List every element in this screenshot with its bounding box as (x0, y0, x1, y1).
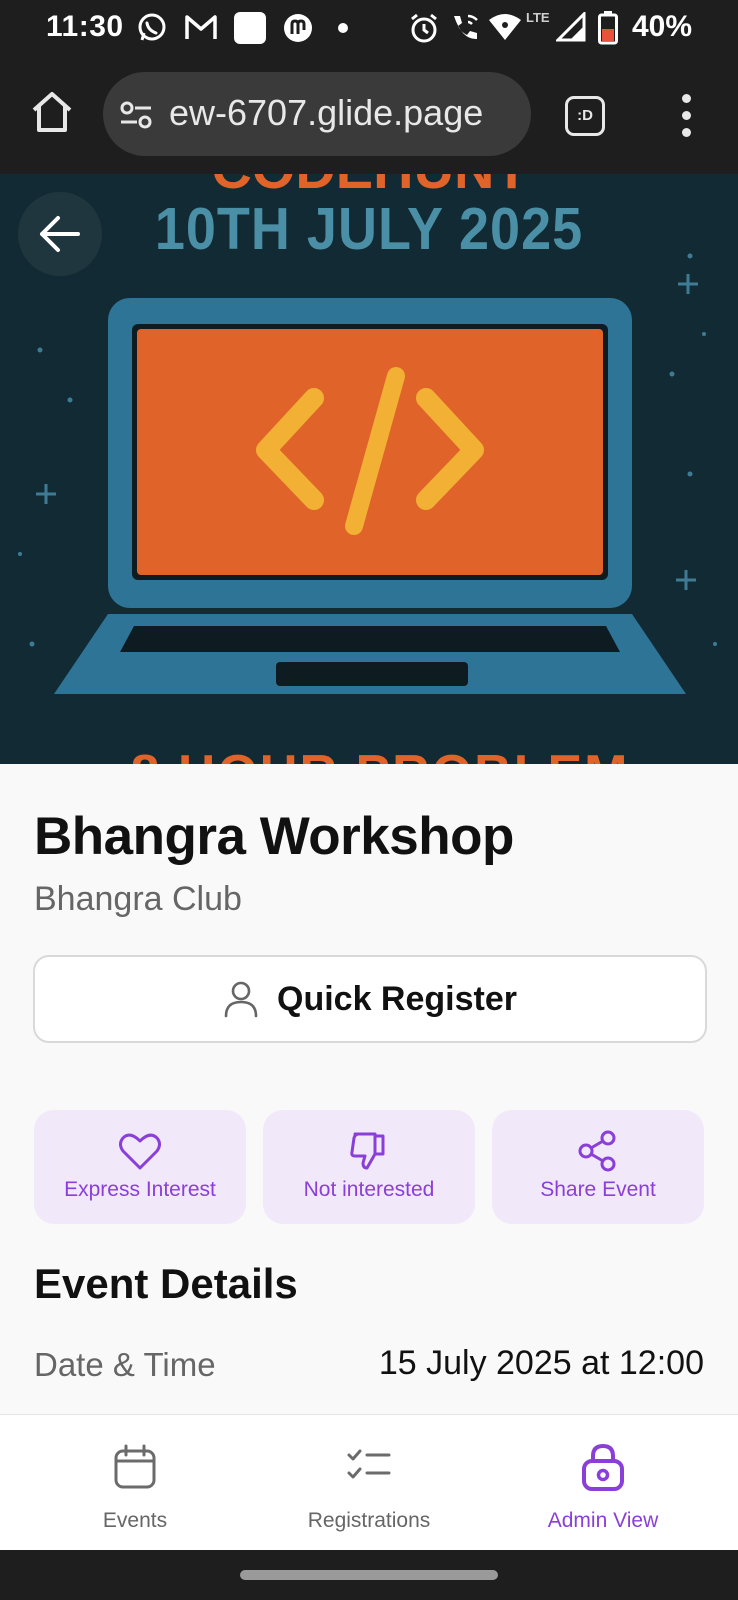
nav-item-admin-view[interactable]: Admin View (480, 1415, 726, 1551)
share-event-label: Share Event (540, 1178, 656, 1201)
browser-toolbar: ew-6707.glide.page :D (0, 60, 738, 174)
event-club: Bhangra Club (34, 880, 242, 918)
tab-switcher-button[interactable]: :D (565, 96, 605, 136)
nav-label-events: Events (102, 1509, 168, 1532)
thumbs-down-icon (350, 1132, 385, 1170)
quick-register-label: Quick Register (277, 979, 517, 1018)
app-logo-icon (284, 14, 312, 42)
dot-icon (338, 23, 348, 33)
nav-item-registrations[interactable]: Registrations (246, 1415, 492, 1551)
gmail-icon (185, 15, 217, 39)
express-interest-label: Express Interest (64, 1178, 216, 1201)
date-time-label: Date & Time (34, 1346, 216, 1383)
share-icon (578, 1130, 616, 1172)
battery-icon (598, 11, 618, 45)
address-bar[interactable]: ew-6707.glide.page (103, 72, 531, 156)
event-title: Bhangra Workshop (34, 807, 514, 866)
not-interested-button[interactable]: Not interested (263, 1110, 475, 1224)
nav-item-events[interactable]: Events (12, 1415, 258, 1551)
event-details-heading: Event Details (34, 1260, 298, 1307)
nav-label-admin-view: Admin View (547, 1509, 659, 1532)
status-bar: 11:30 LTE 40% (0, 0, 738, 60)
signal-icon (556, 12, 586, 42)
back-button[interactable] (18, 192, 102, 276)
wifi-call-icon (454, 14, 478, 40)
heart-icon (119, 1133, 161, 1170)
banner-subtitle-partial: 8 HOUR PROBLEM SOLVING (50, 744, 710, 764)
share-event-button[interactable]: Share Event (492, 1110, 704, 1224)
wifi-icon (489, 14, 521, 40)
site-settings-icon[interactable] (119, 100, 153, 130)
checklist-icon (347, 1449, 391, 1479)
network-type: LTE (526, 10, 550, 25)
event-banner-image: CODEHUNT 10TH JULY 2025 8 HOUR PROBLEM S… (0, 174, 738, 764)
app-square-icon (234, 12, 266, 44)
person-icon (224, 981, 258, 1018)
home-icon[interactable] (28, 88, 76, 136)
battery-percent: 40% (631, 10, 692, 43)
url-text[interactable]: ew-6707.glide.page (169, 92, 483, 134)
quick-register-button[interactable]: Quick Register (33, 955, 707, 1043)
bottom-navigation: Events Registrations Admin View (0, 1414, 738, 1550)
event-detail-sheet: Bhangra Workshop Bhangra Club Quick Regi… (0, 764, 738, 1414)
date-time-value: 15 July 2025 at 12:00 (378, 1344, 704, 1382)
arrow-left-icon (40, 216, 80, 252)
alarm-icon (411, 13, 437, 43)
gesture-handle[interactable] (240, 1570, 498, 1580)
not-interested-label: Not interested (303, 1178, 435, 1201)
express-interest-button[interactable]: Express Interest (34, 1110, 246, 1224)
system-gesture-area (0, 1550, 738, 1600)
calendar-icon (114, 1444, 156, 1489)
banner-title-partial: CODEHUNT (40, 174, 700, 200)
lock-icon (582, 1443, 624, 1491)
status-time: 11:30 (46, 10, 124, 43)
nav-label-registrations: Registrations (307, 1509, 431, 1532)
more-menu-icon[interactable] (676, 94, 696, 140)
banner-date: 10TH JULY 2025 (154, 196, 584, 262)
whatsapp-icon (138, 13, 166, 41)
